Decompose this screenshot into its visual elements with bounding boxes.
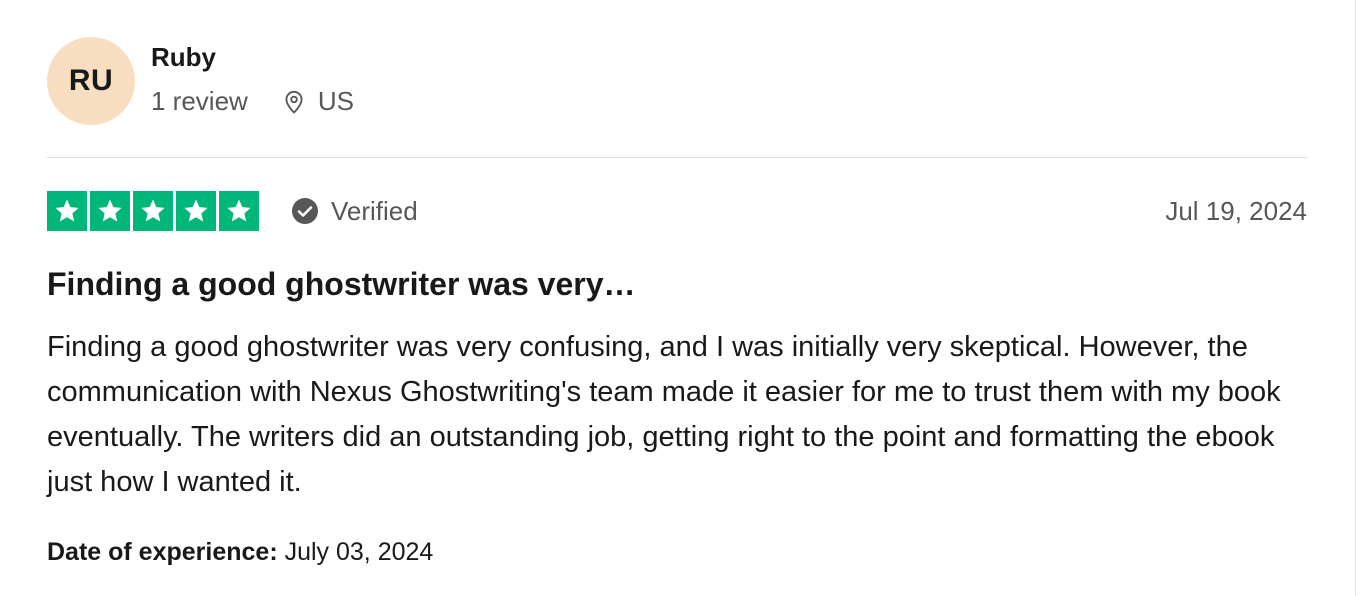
rating-row: Verified Jul 19, 2024 xyxy=(47,191,1307,231)
experience-value: July 03, 2024 xyxy=(284,538,434,566)
verified-label: Verified xyxy=(331,195,418,226)
divider xyxy=(47,157,1307,158)
star-icon xyxy=(90,191,130,231)
experience-label: Date of experience: xyxy=(47,538,278,566)
review-card: RU Ruby 1 review US Verified Jul 19, 202… xyxy=(47,0,1307,566)
star-icon xyxy=(47,191,87,231)
star-rating xyxy=(47,191,259,231)
reviewer-info: RU Ruby 1 review US xyxy=(47,0,1307,158)
verified-badge[interactable]: Verified xyxy=(291,196,418,227)
reviewer-country: US xyxy=(317,86,354,116)
star-icon xyxy=(176,191,216,231)
review-page: RU Ruby 1 review US Verified Jul 19, 202… xyxy=(0,0,1360,596)
review-date: Jul 19, 2024 xyxy=(1165,195,1307,226)
location-pin-icon xyxy=(280,88,308,116)
star-icon xyxy=(219,191,259,231)
star-icon xyxy=(133,191,173,231)
page-edge-divider xyxy=(1355,0,1356,596)
avatar[interactable]: RU xyxy=(47,37,135,125)
reviewer-meta: 1 review US xyxy=(151,86,354,117)
review-title[interactable]: Finding a good ghostwriter was very… xyxy=(47,266,636,303)
check-circle-icon xyxy=(291,197,319,225)
review-body: Finding a good ghostwriter was very conf… xyxy=(47,331,1281,498)
review-count: 1 review xyxy=(151,86,248,116)
reviewer-name-link[interactable]: Ruby xyxy=(151,42,216,73)
date-of-experience: Date of experience: July 03, 2024 xyxy=(47,538,433,567)
